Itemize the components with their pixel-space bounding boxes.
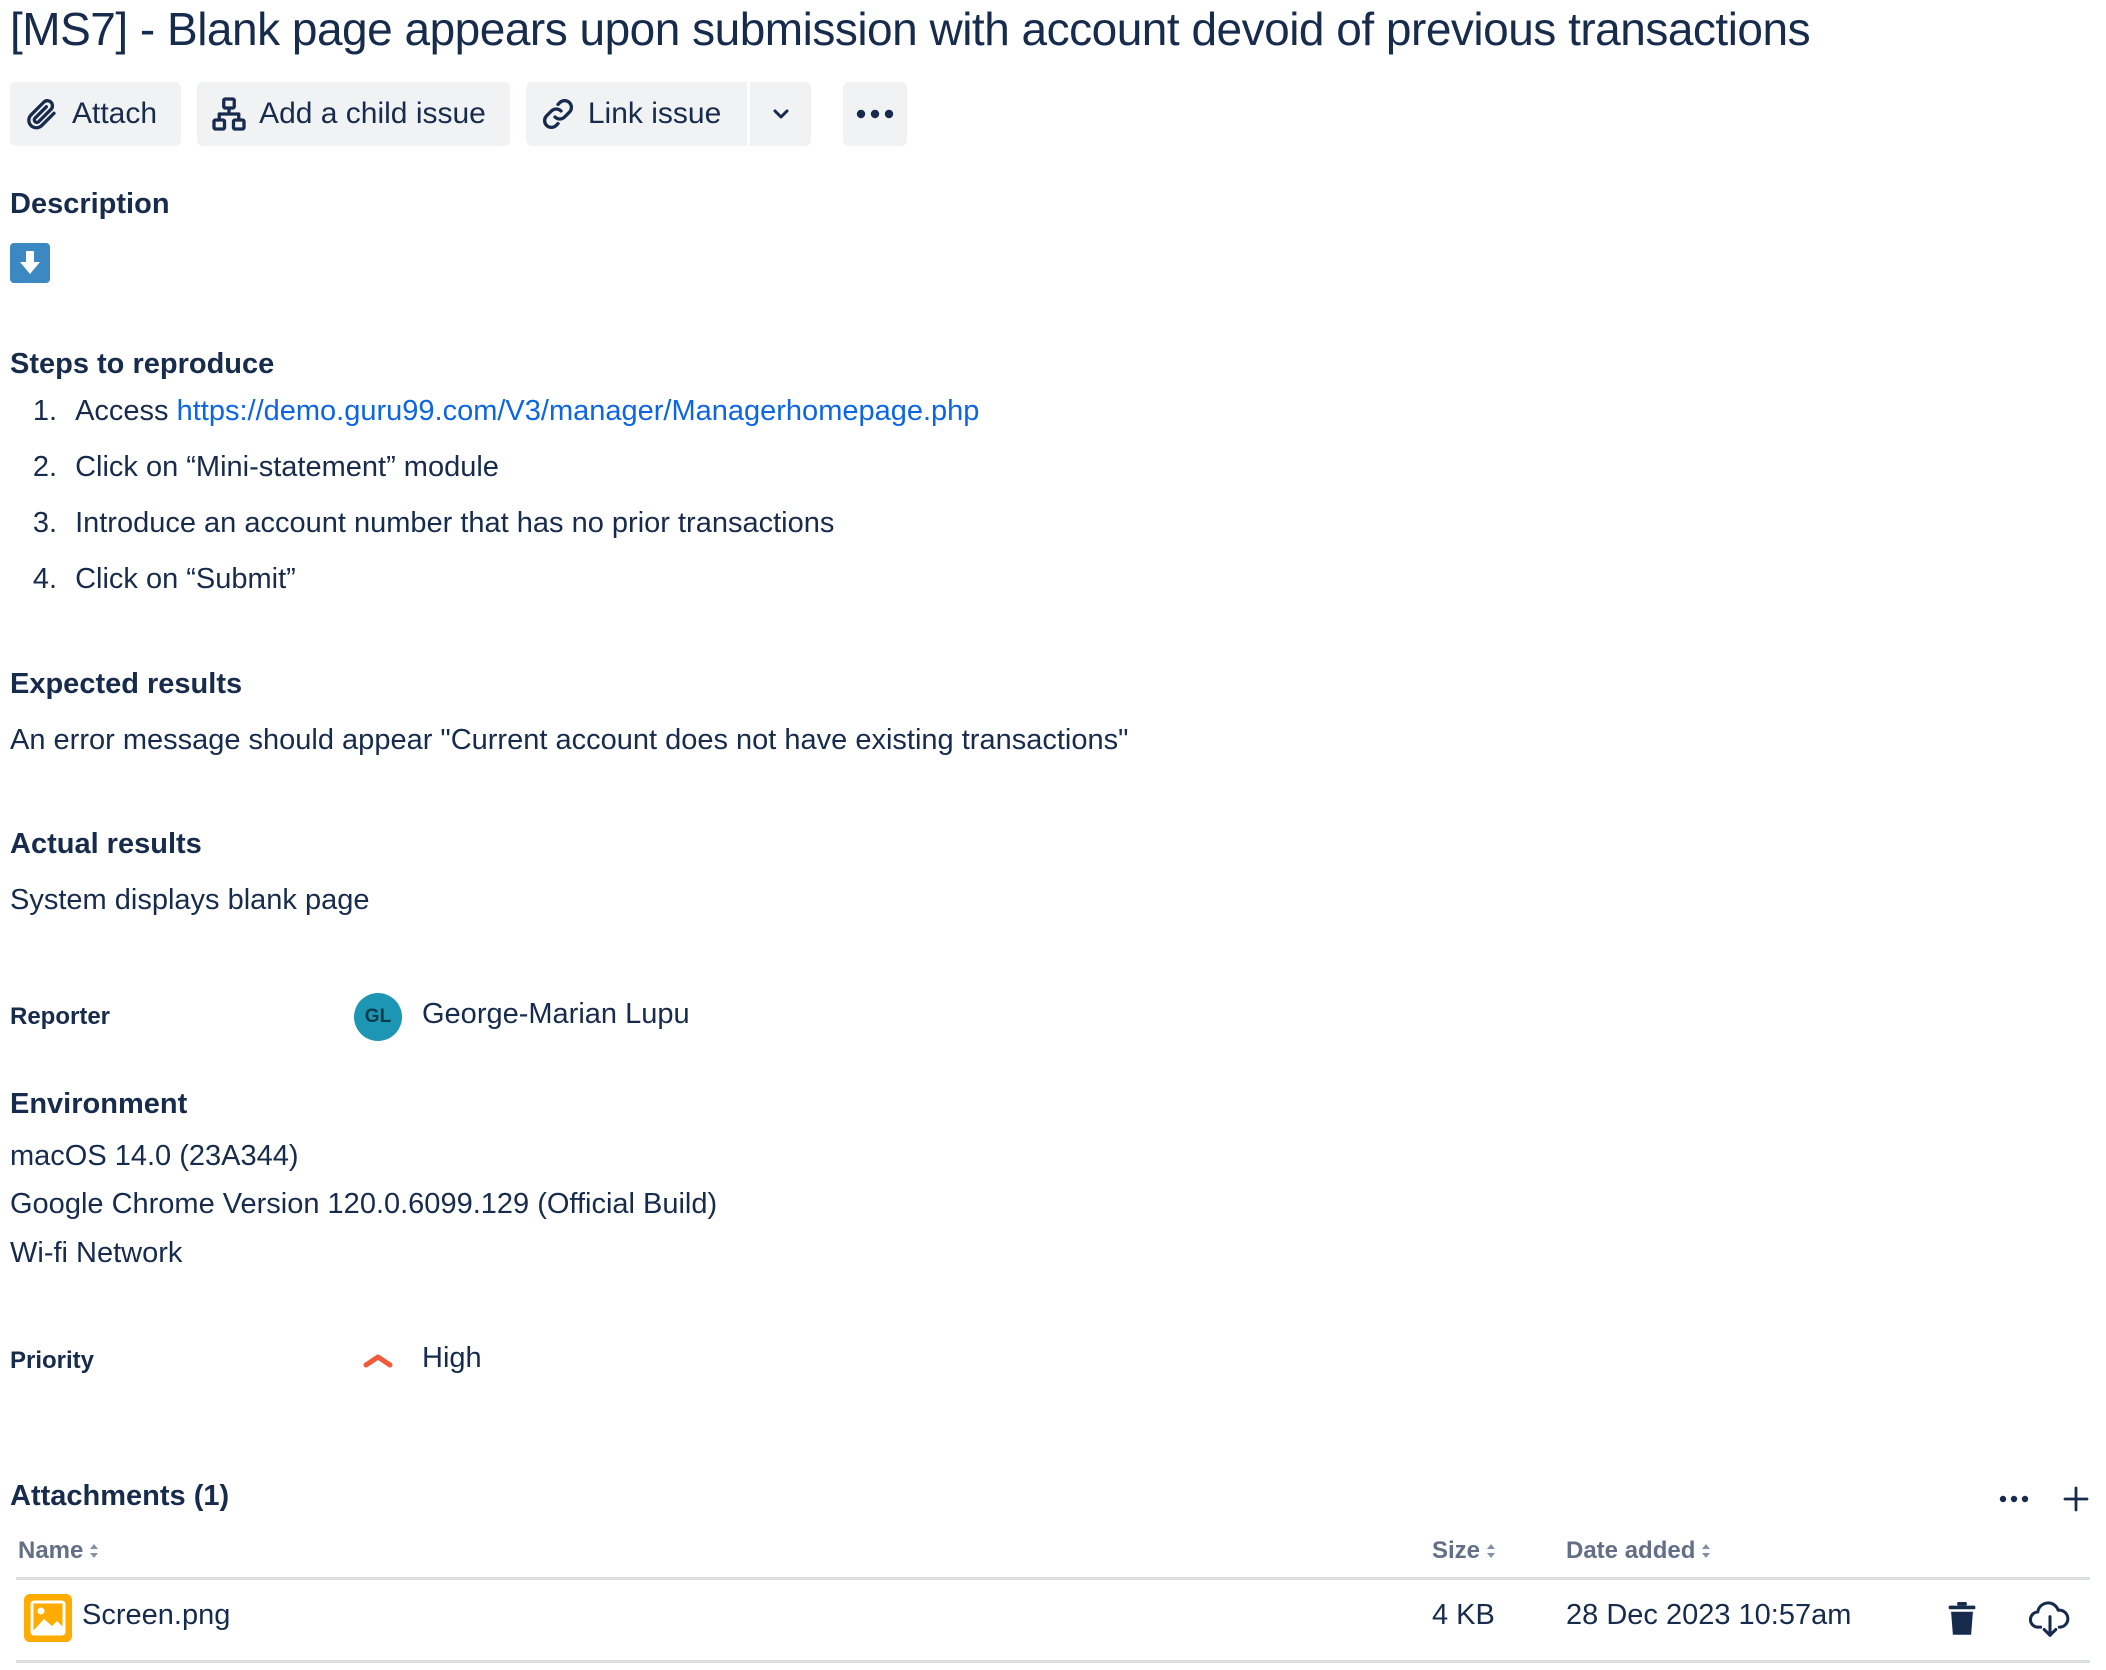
link-icon xyxy=(540,96,576,132)
environment-line: Wi-fi Network xyxy=(10,1237,183,1269)
actual-results-heading: Actual results xyxy=(10,828,202,860)
file-size: 4 KB xyxy=(1432,1599,1495,1631)
trash-icon xyxy=(1948,1602,1976,1635)
sort-icon xyxy=(1487,1544,1496,1558)
step-number: 4. xyxy=(32,563,57,595)
issue-title[interactable]: [MS7] - Blank page appears upon submissi… xyxy=(10,2,1811,56)
attachments-actions xyxy=(1990,1475,2100,1523)
table-row-divider xyxy=(16,1660,2090,1663)
arrow-down-emoji-icon xyxy=(10,243,50,283)
step-number: 1. xyxy=(32,395,57,427)
more-actions-button[interactable] xyxy=(843,82,908,146)
more-horizontal-icon xyxy=(855,108,895,120)
expected-results-heading: Expected results xyxy=(10,668,243,700)
link-issue-split-button: Link issue xyxy=(525,82,812,146)
actual-results-text: System displays blank page xyxy=(10,884,370,916)
priority-label: Priority xyxy=(10,1347,95,1374)
add-child-issue-button[interactable]: Add a child issue xyxy=(197,82,510,146)
reporter-label: Reporter xyxy=(10,1003,111,1030)
issue-toolbar: Attach Add a child issue Link issue xyxy=(10,82,908,146)
environment-line: Google Chrome Version 120.0.6099.129 (Of… xyxy=(10,1188,718,1220)
table-header-divider xyxy=(16,1577,2090,1580)
attach-label: Attach xyxy=(72,97,158,130)
step-number: 3. xyxy=(32,507,57,539)
paperclip-icon xyxy=(24,96,60,132)
demo-url-link[interactable]: https://demo.guru99.com/V3/manager/Manag… xyxy=(177,395,980,427)
priority-high-chevron-icon xyxy=(363,1354,393,1368)
issue-view: [MS7] - Blank page appears upon submissi… xyxy=(0,0,2106,1670)
column-header-label: Name xyxy=(18,1537,84,1564)
environment-heading: Environment xyxy=(10,1088,188,1120)
delete-attachment-button[interactable] xyxy=(1940,1597,1984,1641)
step-text: Introduce an account number that has no … xyxy=(75,507,835,539)
link-issue-label: Link issue xyxy=(587,97,722,130)
column-header-date[interactable]: Date added xyxy=(1566,1537,1711,1565)
download-attachment-button[interactable] xyxy=(2028,1597,2072,1641)
environment-line: macOS 14.0 (23A344) xyxy=(10,1140,299,1172)
file-name[interactable]: Screen.png xyxy=(82,1599,230,1632)
add-child-issue-label: Add a child issue xyxy=(259,97,486,130)
cloud-download-icon xyxy=(2029,1601,2070,1637)
sort-icon xyxy=(90,1544,99,1558)
plus-icon xyxy=(2063,1486,2089,1512)
attachments-more-button[interactable] xyxy=(1990,1475,2038,1523)
attach-button[interactable]: Attach xyxy=(10,82,182,146)
file-date: 28 Dec 2023 10:57am xyxy=(1566,1599,1852,1631)
column-header-name[interactable]: Name xyxy=(18,1537,99,1565)
step-number: 2. xyxy=(32,451,57,483)
priority-value[interactable]: High xyxy=(422,1342,482,1375)
list-item: 3. Introduce an account number that has … xyxy=(10,507,979,563)
steps-list: 1. Access https://demo.guru99.com/V3/man… xyxy=(10,395,980,619)
hierarchy-icon xyxy=(211,96,247,132)
step-text: Click on “Submit” xyxy=(75,563,296,595)
step-text: Click on “Mini-statement” module xyxy=(75,451,499,483)
link-issue-dropdown-button[interactable] xyxy=(747,82,812,146)
sort-icon xyxy=(1702,1544,1711,1558)
column-header-size[interactable]: Size xyxy=(1432,1537,1496,1565)
column-header-label: Date added xyxy=(1566,1537,1696,1564)
add-attachment-button[interactable] xyxy=(2052,1475,2100,1523)
list-item: 1. Access https://demo.guru99.com/V3/man… xyxy=(10,395,980,451)
column-header-label: Size xyxy=(1432,1537,1481,1564)
reporter-name[interactable]: George-Marian Lupu xyxy=(422,998,690,1031)
image-file-icon xyxy=(24,1594,72,1642)
chevron-down-icon xyxy=(769,102,793,126)
description-heading: Description xyxy=(10,188,170,220)
link-issue-button[interactable]: Link issue xyxy=(525,82,748,146)
avatar[interactable]: GL xyxy=(354,993,402,1041)
expected-results-text: An error message should appear "Current … xyxy=(10,724,1129,756)
list-item: 4. Click on “Submit” xyxy=(10,563,979,619)
step-text: Access xyxy=(75,395,177,427)
more-horizontal-icon xyxy=(1999,1495,2029,1503)
attachments-heading: Attachments (1) xyxy=(10,1480,230,1512)
list-item: 2. Click on “Mini-statement” module xyxy=(10,451,979,507)
steps-heading: Steps to reproduce xyxy=(10,348,275,380)
